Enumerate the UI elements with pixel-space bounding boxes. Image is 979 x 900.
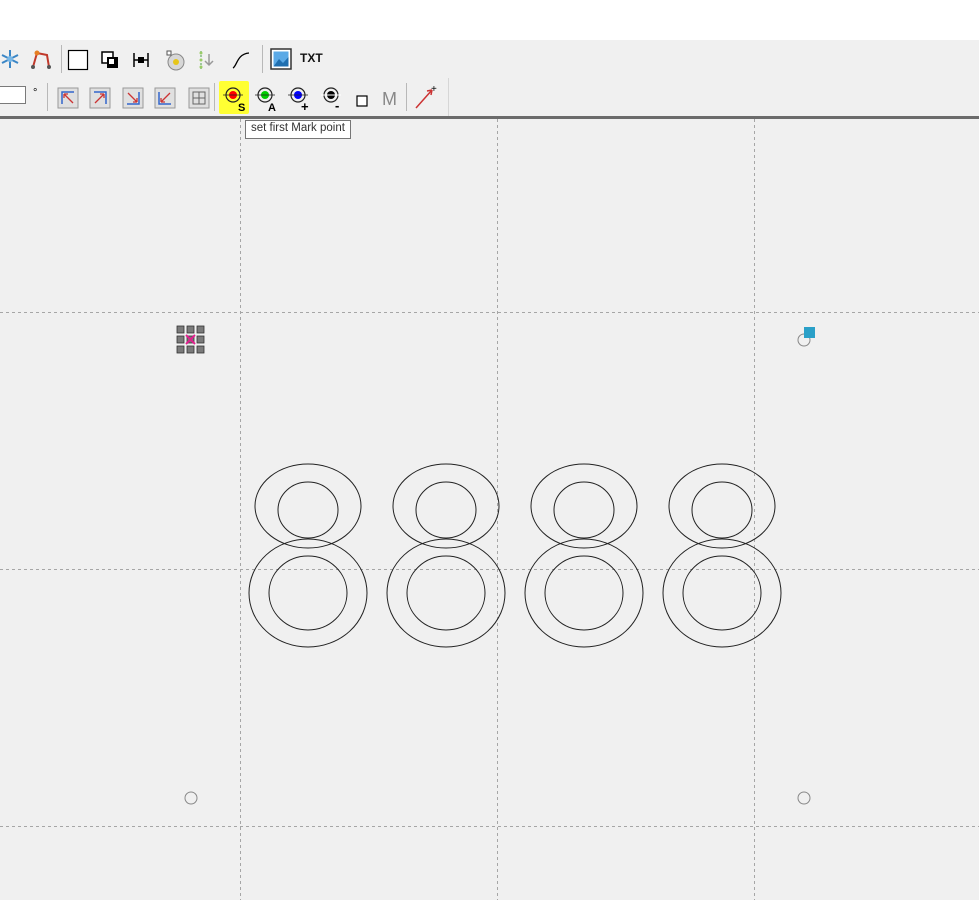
bend-path-tool-icon[interactable] xyxy=(27,45,55,73)
vector-arrow-icon[interactable]: + xyxy=(412,82,440,112)
text-object-8888[interactable] xyxy=(248,463,782,648)
toolbar-separator xyxy=(262,45,263,73)
corner-handle-top-right[interactable] xyxy=(797,327,815,347)
align-center-icon[interactable] xyxy=(185,84,213,112)
digit-8-1 xyxy=(248,463,368,648)
svg-text:+: + xyxy=(301,99,309,113)
image-tool-icon[interactable] xyxy=(267,45,295,73)
overlap-tool-icon[interactable] xyxy=(96,46,124,74)
mark-m-icon[interactable]: M xyxy=(376,84,404,112)
svg-text:A: A xyxy=(268,102,276,113)
degree-label: ° xyxy=(33,87,38,99)
corner-handle-bottom-right[interactable] xyxy=(797,791,811,805)
digit-8-3 xyxy=(524,463,644,648)
digit-8-2 xyxy=(386,463,506,648)
dimension-tool-icon[interactable] xyxy=(127,46,155,74)
toolbar-separator xyxy=(214,83,215,111)
svg-text:+: + xyxy=(431,84,437,95)
svg-text:S: S xyxy=(238,102,245,113)
curve-tool-icon[interactable] xyxy=(227,46,255,74)
title-gap xyxy=(0,0,979,40)
align-top-left-icon[interactable] xyxy=(54,84,82,112)
mark-point-first-icon[interactable]: S xyxy=(219,81,249,114)
mark-point-remove-icon[interactable]: - xyxy=(319,82,347,114)
text-tool-label[interactable]: TXT xyxy=(300,51,323,65)
align-bottom-left-icon[interactable] xyxy=(151,84,179,112)
snowflake-tool-icon[interactable] xyxy=(0,45,24,73)
toolbar-separator xyxy=(406,83,407,111)
align-bottom-right-icon[interactable] xyxy=(119,84,147,112)
svg-text:-: - xyxy=(335,98,339,113)
tooltip: set first Mark point xyxy=(245,120,351,139)
toolbar-separator xyxy=(47,83,48,111)
mark-point-add-blue-icon[interactable]: + xyxy=(286,82,314,114)
corner-handle-bottom-left[interactable] xyxy=(184,791,198,805)
toolbar-bottom-empty xyxy=(449,78,979,116)
align-top-right-icon[interactable] xyxy=(86,84,114,112)
svg-text:M: M xyxy=(382,89,397,109)
mark-point-add-green-icon[interactable]: A xyxy=(253,82,281,114)
angle-input[interactable] xyxy=(0,86,26,104)
hatch-tool-icon[interactable] xyxy=(194,46,222,74)
disc-tool-icon[interactable] xyxy=(161,46,189,74)
toolbar-separator xyxy=(61,45,62,73)
rectangle-tool-icon[interactable] xyxy=(64,46,92,74)
grid-lines xyxy=(0,119,979,900)
anchor-grid-icon[interactable] xyxy=(176,325,205,354)
design-canvas[interactable] xyxy=(0,119,979,900)
digit-8-4 xyxy=(662,463,782,648)
